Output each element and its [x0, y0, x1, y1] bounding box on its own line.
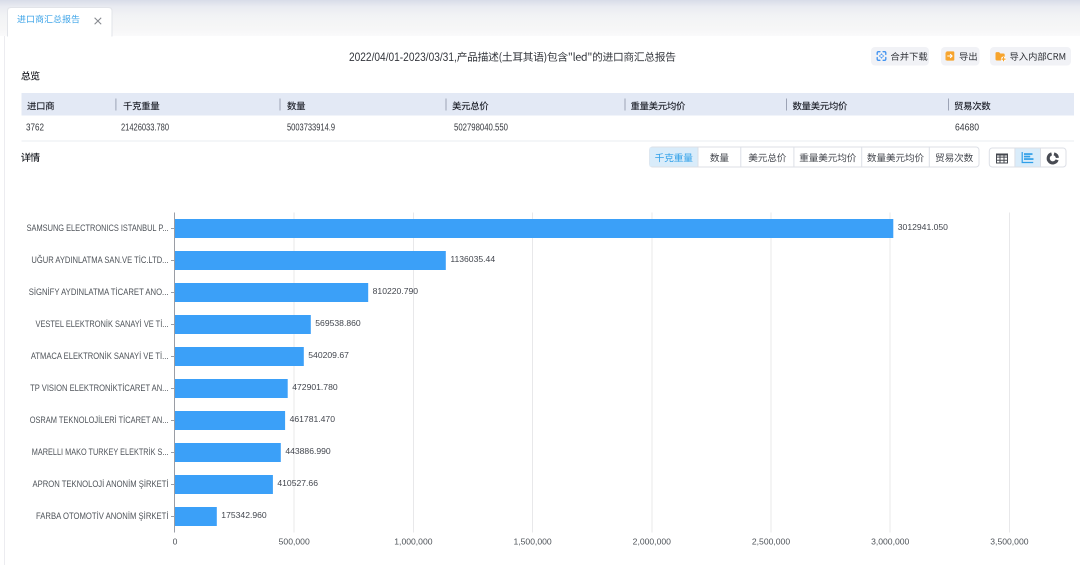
- svg-text:64680: 64680: [955, 123, 979, 134]
- svg-text:175342.960: 175342.960: [221, 510, 267, 520]
- svg-text:3,000,000: 3,000,000: [871, 537, 909, 547]
- svg-text:FARBA OTOMOTİV ANONİM ŞİRKETİ: FARBA OTOMOTİV ANONİM ŞİRKETİ: [36, 511, 169, 521]
- svg-text:UĞUR AYDINLATMA SAN.VE TİC.LTD: UĞUR AYDINLATMA SAN.VE TİC.LTD...: [31, 255, 168, 265]
- svg-text:443886.990: 443886.990: [285, 446, 331, 456]
- svg-text:810220.790: 810220.790: [373, 286, 419, 296]
- svg-text:ATMACA ELEKTRONİK SANAYİ VE Tİ: ATMACA ELEKTRONİK SANAYİ VE Tİ...: [31, 351, 169, 361]
- svg-text:TP VISION ELEKTRONİKTİCARET AN: TP VISION ELEKTRONİKTİCARET AN...: [30, 383, 168, 393]
- svg-text:500,000: 500,000: [279, 537, 310, 547]
- svg-text:1,500,000: 1,500,000: [513, 537, 551, 547]
- svg-text:APRON TEKNOLOJİ ANONİM ŞİRKETİ: APRON TEKNOLOJİ ANONİM ŞİRKETİ: [33, 479, 169, 489]
- svg-text:540209.67: 540209.67: [308, 350, 349, 360]
- svg-text:OSRAM TEKNOLOJİLERİ TİCARET AN: OSRAM TEKNOLOJİLERİ TİCARET AN...: [30, 415, 169, 425]
- svg-text:SAMSUNG ELECTRONICS ISTANBUL P: SAMSUNG ELECTRONICS ISTANBUL P...: [27, 223, 169, 233]
- svg-text:410527.66: 410527.66: [277, 478, 318, 488]
- svg-text:502798040.550: 502798040.550: [454, 123, 508, 134]
- svg-text:21426033.780: 21426033.780: [121, 123, 169, 134]
- svg-text:3012941.050: 3012941.050: [898, 222, 948, 232]
- svg-text:2,000,000: 2,000,000: [633, 537, 671, 547]
- svg-text:1,000,000: 1,000,000: [394, 537, 432, 547]
- svg-text:1136035.44: 1136035.44: [450, 254, 495, 264]
- svg-text:SİGNİFY AYDINLATMA TİCARET ANO: SİGNİFY AYDINLATMA TİCARET ANO...: [29, 287, 169, 297]
- svg-text:569538.860: 569538.860: [315, 318, 361, 328]
- svg-text:461781.470: 461781.470: [290, 414, 336, 424]
- svg-text:2022/04/01-2023/03/31,: 2022/04/01-2023/03/31,: [349, 51, 457, 64]
- svg-text:472901.780: 472901.780: [292, 382, 338, 392]
- svg-text:5003733914.9: 5003733914.9: [287, 123, 335, 134]
- svg-text:2,500,000: 2,500,000: [752, 537, 790, 547]
- svg-text:VESTEL ELEKTRONİK SANAYİ VE Tİ: VESTEL ELEKTRONİK SANAYİ VE Tİ...: [36, 319, 169, 329]
- svg-text:0: 0: [173, 537, 178, 547]
- svg-text:MARELLI MAKO TURKEY ELEKTRİK S: MARELLI MAKO TURKEY ELEKTRİK S...: [32, 447, 169, 457]
- svg-text:3762: 3762: [26, 123, 44, 134]
- svg-text:3,500,000: 3,500,000: [990, 537, 1028, 547]
